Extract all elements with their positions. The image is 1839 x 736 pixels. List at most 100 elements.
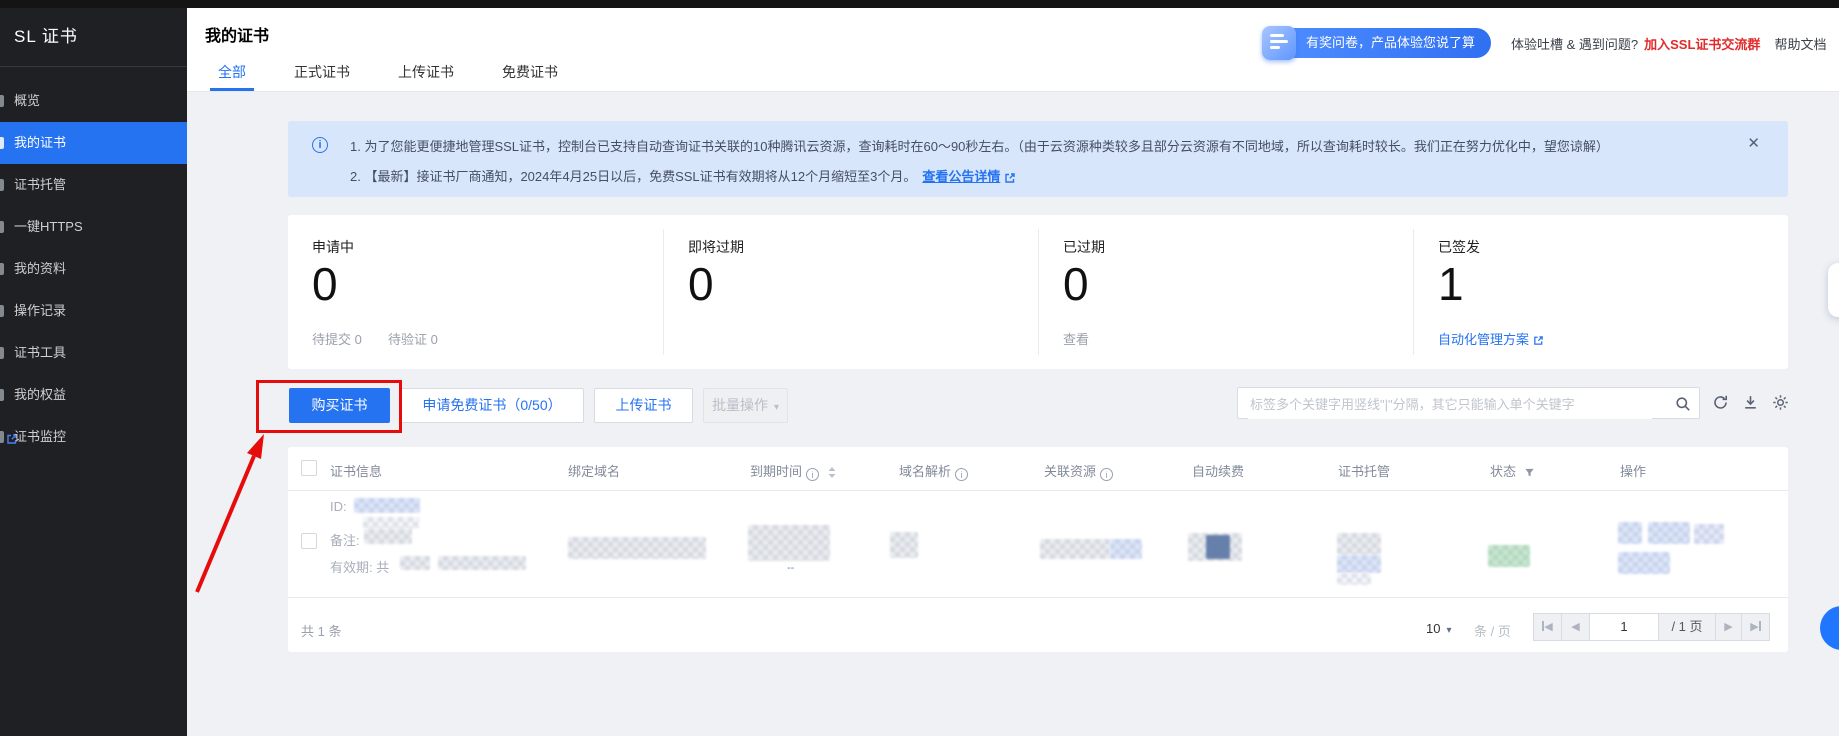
survey-doc-icon: [1262, 26, 1296, 60]
col-status: 状态: [1490, 461, 1535, 480]
batch-operation-button[interactable]: 批量操作▾: [703, 388, 788, 423]
first-page-button[interactable]: ◀: [1533, 613, 1562, 641]
redacted-cert-id: [354, 498, 420, 513]
last-page-icon: [1759, 621, 1761, 631]
info-icon[interactable]: i: [955, 468, 968, 481]
search-icon[interactable]: [1675, 395, 1691, 412]
sidebar-item-overview[interactable]: 概览: [0, 80, 187, 122]
settings-gear-icon[interactable]: [1772, 394, 1789, 411]
feedback-side-tab[interactable]: [1828, 263, 1839, 317]
stat-pending-submit[interactable]: 待提交 0: [312, 329, 362, 348]
select-all-checkbox[interactable]: [301, 460, 317, 476]
page-size-unit: 条 / 页: [1474, 621, 1511, 640]
external-link-icon: [1004, 172, 1016, 184]
last-page-button[interactable]: ▶: [1741, 613, 1770, 641]
upload-certificate-button[interactable]: 上传证书: [594, 388, 693, 423]
prev-page-button[interactable]: ◀: [1561, 613, 1590, 641]
info-icon: i: [312, 137, 328, 153]
benefits-icon: [0, 389, 4, 401]
tab-all[interactable]: 全部: [210, 56, 254, 91]
next-page-button[interactable]: ▶: [1715, 613, 1742, 641]
stat-expiring-soon: 即将过期 0: [664, 215, 1039, 369]
sidebar-item-one-click-https[interactable]: 一键HTTPS: [0, 206, 187, 248]
search-box: [1237, 387, 1700, 419]
prev-page-icon: ◀: [1571, 621, 1579, 633]
redacted-action-link[interactable]: [1618, 522, 1642, 544]
log-icon: [0, 305, 4, 317]
refresh-icon[interactable]: [1712, 394, 1729, 411]
table-row: ID: 备注: 有效期: 共 --: [288, 490, 1788, 598]
feedback-text: 体验吐槽 & 遇到问题?: [1511, 34, 1638, 53]
stat-expired-value: 0: [1063, 259, 1089, 310]
redacted-remark: [364, 529, 412, 544]
profile-icon: [0, 263, 4, 275]
certificate-table: 证书信息 绑定域名 到期时间i 域名解析i 关联资源i 自动续费 证书托管 状态…: [288, 447, 1788, 652]
sidebar-item-cert-tools[interactable]: 证书工具: [0, 332, 187, 374]
redacted-validity: [438, 556, 526, 570]
redacted-domain: [568, 537, 706, 559]
search-input[interactable]: [1248, 389, 1652, 419]
tab-free-certs[interactable]: 免费证书: [494, 56, 566, 91]
stat-applying: 申请中 0 待提交 0 待验证 0: [288, 215, 663, 369]
help-doc-link[interactable]: 帮助文档: [1774, 34, 1826, 53]
sidebar: SL 证书 概览 我的证书 证书托管 一键HTTPS 我的资料 操作记录 证: [0, 8, 187, 736]
sidebar-item-cert-monitor[interactable]: 证书监控: [0, 416, 187, 458]
assistant-float-button[interactable]: [1820, 606, 1839, 650]
stat-applying-value: 0: [312, 259, 338, 310]
filter-funnel-icon[interactable]: [1524, 467, 1535, 478]
banner-close-icon[interactable]: ✕: [1747, 134, 1760, 152]
redacted-action-link[interactable]: [1694, 524, 1724, 544]
https-icon: [0, 221, 4, 233]
ssl-console-page: SL 证书 概览 我的证书 证书托管 一键HTTPS 我的资料 操作记录 证: [0, 0, 1839, 736]
stats-card: 申请中 0 待提交 0 待验证 0 即将过期 0 已过期 0 查看 已签发 1 …: [288, 215, 1788, 369]
row-checkbox[interactable]: [301, 533, 317, 549]
redacted-expire-time: [748, 525, 830, 561]
apply-free-certificate-button[interactable]: 申请免费证书（0/50）: [400, 388, 584, 423]
external-link-icon: [1533, 335, 1544, 346]
redacted-validity: [400, 556, 430, 570]
sidebar-item-operation-log[interactable]: 操作记录: [0, 290, 187, 332]
redacted-resources: [1040, 539, 1110, 559]
sidebar-item-cert-hosting[interactable]: 证书托管: [0, 164, 187, 206]
col-expire-time: 到期时间i: [750, 461, 837, 481]
buy-certificate-button[interactable]: 购买证书: [289, 388, 390, 423]
total-pages: / 1 页: [1658, 613, 1716, 641]
download-icon[interactable]: [1742, 394, 1759, 411]
sort-icon[interactable]: [827, 466, 837, 479]
survey-pill-button[interactable]: 有奖问卷，产品体验您说了算: [1280, 28, 1491, 58]
info-icon[interactable]: i: [806, 468, 819, 481]
info-icon[interactable]: i: [1100, 468, 1113, 481]
automation-plan-link[interactable]: 自动化管理方案: [1438, 329, 1544, 348]
certificate-icon: [0, 137, 4, 149]
tab-uploaded-certs[interactable]: 上传证书: [390, 56, 462, 91]
hosting-icon: [0, 179, 4, 191]
col-bound-domain: 绑定域名: [568, 461, 620, 480]
sidebar-product-title: SL 证书: [14, 22, 78, 47]
page-number-input[interactable]: 1: [1589, 613, 1659, 641]
page-size-select[interactable]: 10▾: [1426, 621, 1452, 636]
announcement-link[interactable]: 查看公告详情: [922, 169, 1000, 184]
tab-paid-certs[interactable]: 正式证书: [286, 56, 358, 91]
sidebar-item-my-profile[interactable]: 我的资料: [0, 248, 187, 290]
col-associated-resources: 关联资源i: [1044, 461, 1113, 481]
row-id-label: ID:: [330, 499, 347, 514]
sidebar-item-my-certificates[interactable]: 我的证书: [0, 122, 187, 164]
stat-expired-view-link[interactable]: 查看: [1063, 329, 1089, 348]
sidebar-item-my-benefits[interactable]: 我的权益: [0, 374, 187, 416]
next-page-icon: ▶: [1724, 621, 1732, 633]
stat-pending-verify[interactable]: 待验证 0: [388, 329, 438, 348]
notice-banner: i 1. 为了您能更便捷地管理SSL证书，控制台已支持自动查询证书关联的10种腾…: [288, 121, 1788, 197]
banner-line-2: 2. 【最新】接证书厂商通知，2024年4月25日以后，免费SSL证书有效期将从…: [350, 166, 1016, 185]
tools-icon: [0, 347, 4, 359]
redacted-cert-name: [363, 517, 419, 529]
monitor-icon: [0, 431, 4, 443]
redacted-hosting: [1337, 573, 1371, 585]
redacted-action-link[interactable]: [1618, 552, 1670, 574]
redacted-auto-renew: [1206, 535, 1230, 559]
col-actions: 操作: [1620, 461, 1646, 480]
total-count: 共 1 条: [301, 621, 341, 640]
join-group-link[interactable]: 加入SSL证书交流群: [1644, 34, 1760, 53]
col-domain-resolution: 域名解析i: [899, 461, 968, 481]
row-validity-label: 有效期: 共: [330, 557, 389, 576]
redacted-action-link[interactable]: [1648, 522, 1690, 544]
